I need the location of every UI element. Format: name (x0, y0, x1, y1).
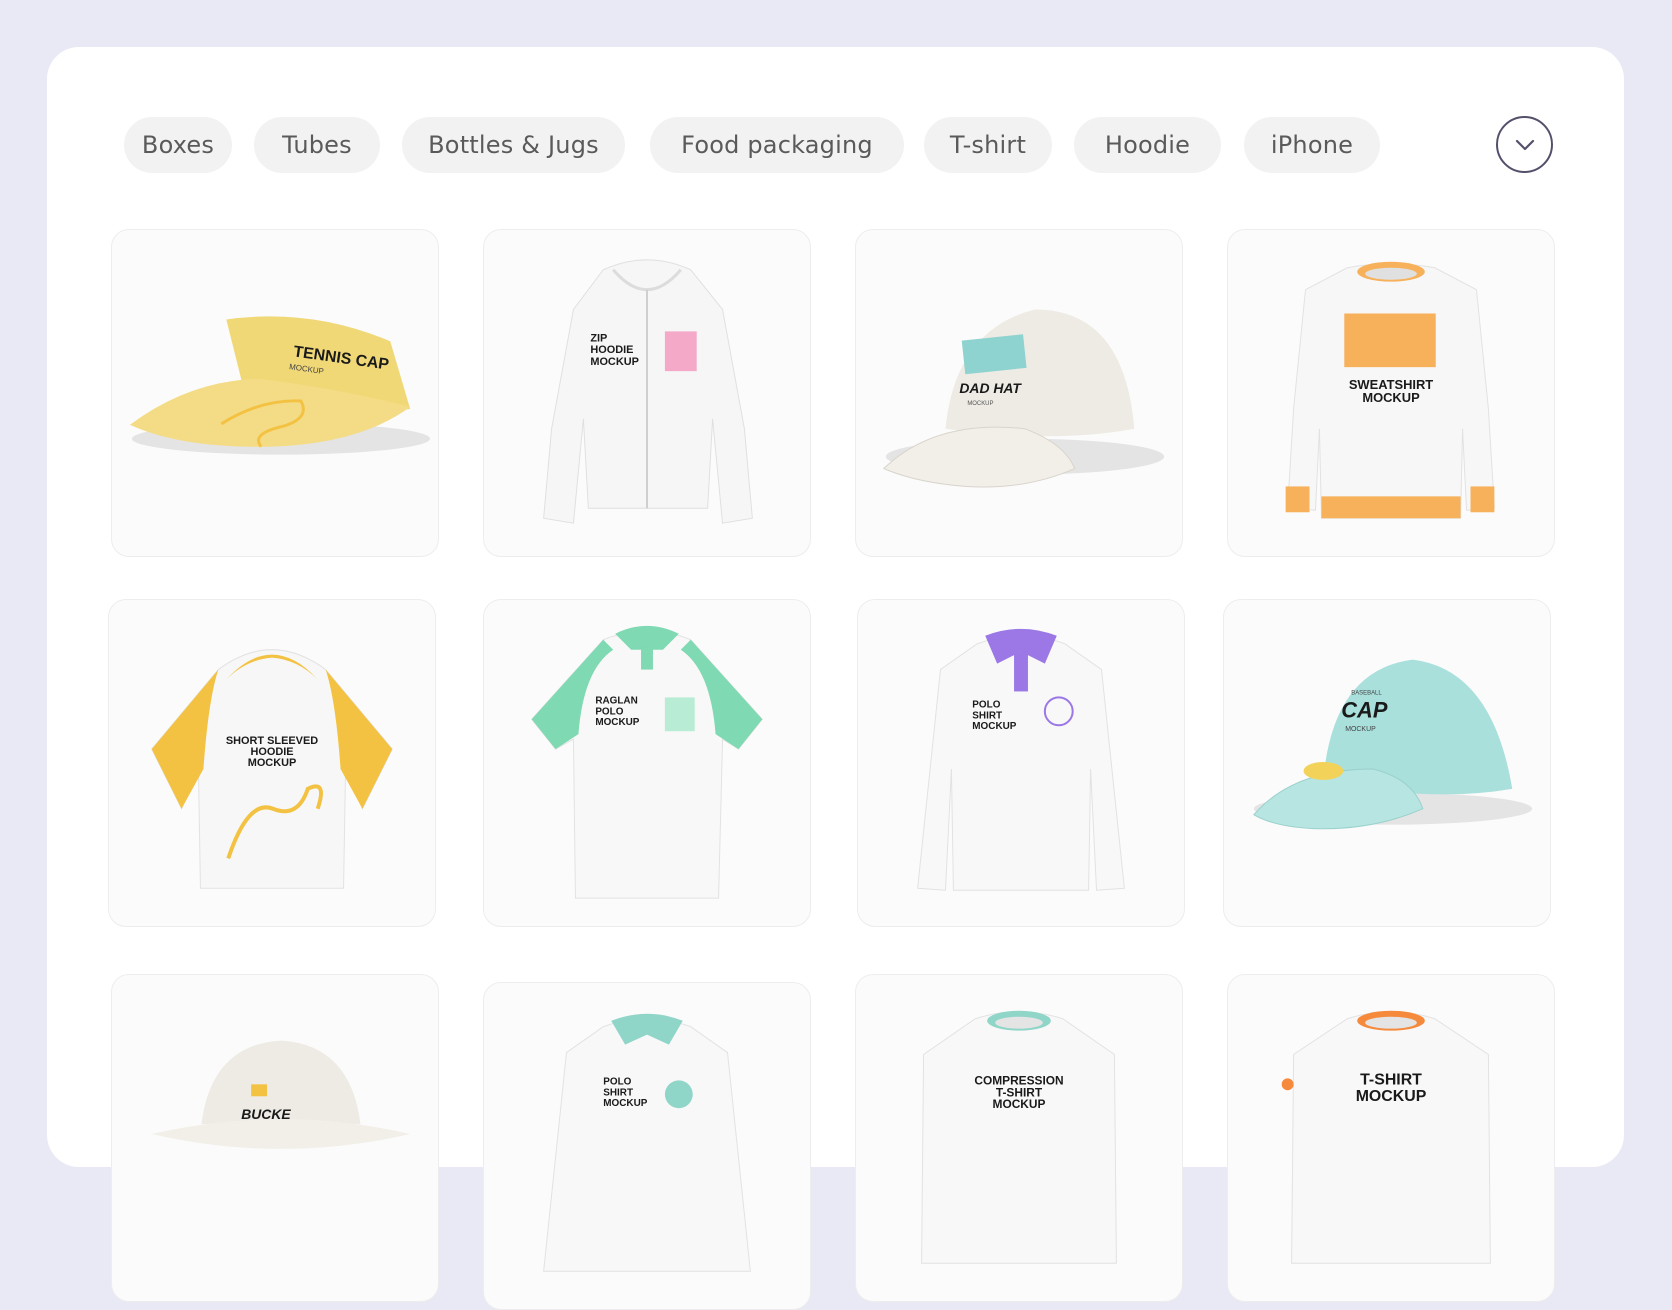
category-chip-t-shirt[interactable]: T-shirt (924, 117, 1052, 173)
category-chip-boxes[interactable]: Boxes (124, 117, 232, 173)
svg-text:MOCKUP: MOCKUP (1362, 390, 1420, 405)
mockup-card-short-sleeved-hoodie[interactable]: SHORT SLEEVED HOODIE MOCKUP (108, 599, 436, 927)
category-chip-bottles-jugs[interactable]: Bottles & Jugs (402, 117, 625, 173)
chevron-down-icon (1515, 139, 1534, 150)
bucket-hat-image: BUCKE (151, 1040, 411, 1149)
svg-text:DAD HAT: DAD HAT (959, 380, 1022, 396)
mockup-card-compression-tshirt[interactable]: COMPRESSION T-SHIRT MOCKUP (855, 974, 1183, 1302)
svg-text:SHIRT: SHIRT (603, 1087, 633, 1098)
mockup-card-bucket-hat[interactable]: BUCKE (111, 974, 439, 1302)
svg-text:HOODIE: HOODIE (590, 344, 633, 356)
mockup-card-polo-shirt-2[interactable]: POLO SHIRT MOCKUP (483, 982, 811, 1310)
svg-text:MOCKUP: MOCKUP (1345, 726, 1376, 733)
expand-categories-button[interactable] (1496, 116, 1553, 173)
raglan-polo-image: RAGLAN POLO MOCKUP (531, 625, 763, 899)
category-chip-tubes[interactable]: Tubes (254, 117, 380, 173)
short-sleeved-hoodie-image: SHORT SLEEVED HOODIE MOCKUP (151, 649, 393, 889)
mockup-card-raglan-polo[interactable]: RAGLAN POLO MOCKUP (483, 599, 811, 927)
svg-text:RAGLAN: RAGLAN (595, 695, 637, 706)
zip-hoodie-image: ZIP HOODIE MOCKUP (543, 259, 753, 524)
category-chip-hoodie[interactable]: Hoodie (1074, 117, 1221, 173)
svg-text:ZIP: ZIP (590, 332, 607, 344)
tshirt-image: T-SHIRT MOCKUP (1281, 1010, 1491, 1264)
svg-text:MOCKUP: MOCKUP (1356, 1088, 1427, 1105)
polo-shirt-image: POLO SHIRT MOCKUP (917, 628, 1125, 891)
mockup-card-tshirt[interactable]: T-SHIRT MOCKUP (1227, 974, 1555, 1302)
svg-text:MOCKUP: MOCKUP (993, 1097, 1046, 1111)
mockup-gallery-panel: Boxes Tubes Bottles & Jugs Food packagin… (47, 47, 1624, 1310)
svg-text:MOCKUP: MOCKUP (972, 721, 1016, 732)
svg-text:MOCKUP: MOCKUP (967, 401, 993, 407)
svg-text:MOCKUP: MOCKUP (248, 757, 297, 769)
svg-text:POLO: POLO (595, 706, 623, 717)
compression-tshirt-image: COMPRESSION T-SHIRT MOCKUP (921, 1010, 1117, 1264)
baseball-cap-image: BASEBALL CAP MOCKUP (1253, 659, 1533, 830)
svg-text:T-SHIRT: T-SHIRT (1360, 1071, 1422, 1088)
mockup-card-tennis-cap[interactable]: TENNIS CAP MOCKUP (111, 229, 439, 557)
category-chip-food-packaging[interactable]: Food packaging (650, 117, 904, 173)
mockup-card-dad-hat[interactable]: DAD HAT MOCKUP (855, 229, 1183, 557)
svg-text:BASEBALL: BASEBALL (1351, 690, 1382, 696)
svg-text:BUCKE: BUCKE (241, 1106, 291, 1122)
category-chip-iphone[interactable]: iPhone (1244, 117, 1380, 173)
svg-text:MOCKUP: MOCKUP (590, 356, 639, 368)
mockup-card-sweatshirt[interactable]: SWEATSHIRT MOCKUP (1227, 229, 1555, 557)
mockup-card-zip-hoodie[interactable]: ZIP HOODIE MOCKUP (483, 229, 811, 557)
svg-text:POLO: POLO (972, 699, 1000, 710)
mockup-card-polo-shirt[interactable]: POLO SHIRT MOCKUP (857, 599, 1185, 927)
svg-text:CAP: CAP (1341, 697, 1388, 722)
svg-text:MOCKUP: MOCKUP (595, 717, 639, 728)
svg-text:POLO: POLO (603, 1076, 631, 1087)
sweatshirt-image: SWEATSHIRT MOCKUP (1285, 261, 1495, 519)
polo-shirt-2-image: POLO SHIRT MOCKUP (543, 1013, 751, 1272)
svg-text:MOCKUP: MOCKUP (603, 1098, 647, 1109)
dad-hat-image: DAD HAT MOCKUP (882, 309, 1165, 488)
mockup-card-baseball-cap[interactable]: BASEBALL CAP MOCKUP (1223, 599, 1551, 927)
svg-text:SHIRT: SHIRT (972, 710, 1002, 721)
tennis-cap-image: TENNIS CAP MOCKUP (129, 316, 431, 455)
